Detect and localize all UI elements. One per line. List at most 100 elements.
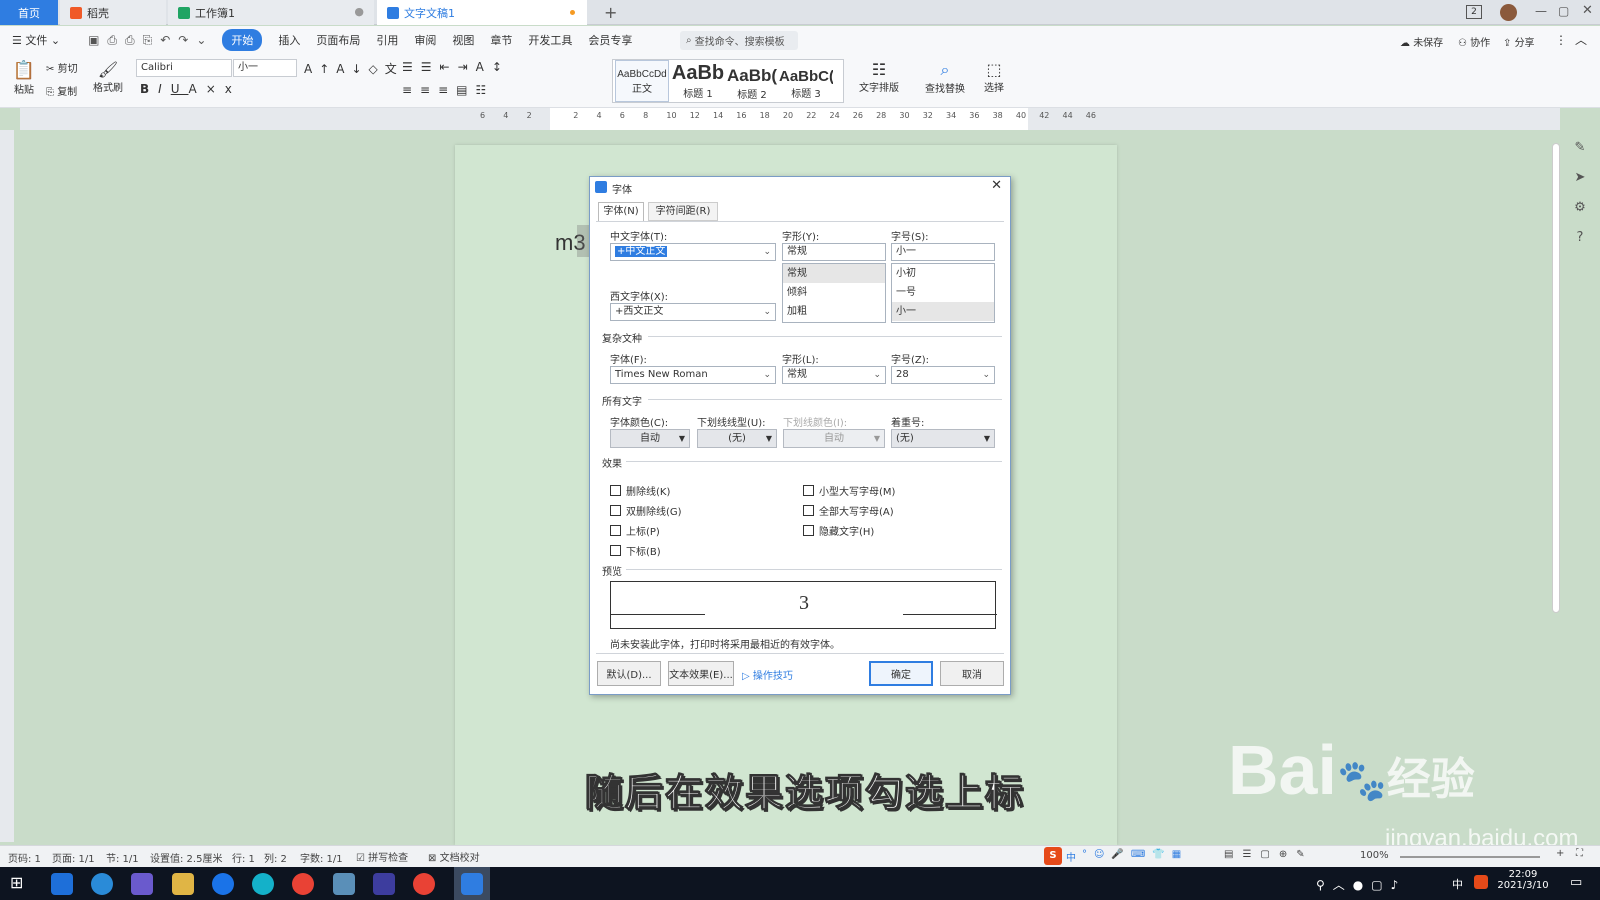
app-icon[interactable]: [131, 873, 153, 895]
menu-reference[interactable]: 引用: [376, 32, 398, 48]
collab-button[interactable]: ⚇ 协作: [1458, 34, 1490, 49]
status-section[interactable]: 节: 1/1: [106, 850, 139, 865]
size-list-item[interactable]: 小一: [892, 302, 994, 321]
tab-doc[interactable]: 文字文稿1: [377, 0, 587, 25]
menu-start[interactable]: 开始: [222, 29, 263, 51]
font-tools-icons[interactable]: A↑A↓◇文: [304, 60, 404, 77]
notification-icon[interactable]: ▭: [1570, 875, 1582, 890]
cn-font-select[interactable]: +中文正文 ⌄: [610, 243, 776, 261]
size-input[interactable]: 小一: [891, 243, 995, 261]
tray-icons[interactable]: ⚲︿●▢♪: [1316, 876, 1406, 893]
superscript-checkbox[interactable]: 上标(P): [610, 523, 660, 538]
style-list[interactable]: 常规 倾斜 加粗: [782, 263, 886, 323]
all-caps-checkbox[interactable]: 全部大写字母(A): [803, 503, 894, 518]
tab-sheet[interactable]: 工作簿1 ●: [168, 0, 374, 25]
unsaved-button[interactable]: ☁ 未保存: [1400, 34, 1443, 49]
sogou-ime-icon[interactable]: S: [1044, 847, 1062, 865]
sogou-tray-icon[interactable]: [1474, 875, 1488, 889]
default-button[interactable]: 默认(D)...: [597, 661, 661, 686]
app-icon[interactable]: [51, 873, 73, 895]
app-icon[interactable]: [212, 873, 234, 895]
subscript-checkbox[interactable]: 下标(B): [610, 543, 661, 558]
cut-button[interactable]: ✂ 剪切: [46, 60, 78, 75]
proofread-button[interactable]: ⊠ 文档校对: [428, 849, 480, 864]
style-list-item[interactable]: 加粗: [783, 302, 885, 321]
pen-icon[interactable]: ✎: [1572, 140, 1588, 156]
double-strike-checkbox[interactable]: 双删除线(G): [610, 503, 682, 518]
status-words[interactable]: 字数: 1/1: [300, 850, 343, 865]
text-effect-button[interactable]: 文本效果(E)...: [668, 661, 734, 686]
status-page[interactable]: 页码: 1: [8, 850, 41, 865]
menu-member[interactable]: 会员专享: [588, 32, 632, 48]
avatar[interactable]: [1500, 4, 1517, 21]
cancel-button[interactable]: 取消: [940, 661, 1004, 686]
settings-icon[interactable]: ⚙: [1572, 200, 1588, 216]
small-caps-checkbox[interactable]: 小型大写字母(M): [803, 483, 895, 498]
size-list[interactable]: 小初 一号 小一: [891, 263, 995, 323]
format-buttons[interactable]: BIUA×x: [140, 82, 241, 96]
complex-size-select[interactable]: 28 ⌄: [891, 366, 995, 384]
folder-icon[interactable]: [172, 873, 194, 895]
emphasis-select[interactable]: (无) ▼: [891, 429, 995, 448]
close-icon[interactable]: ✕: [1582, 3, 1593, 18]
strike-checkbox[interactable]: 删除线(K): [610, 483, 670, 498]
style-h3[interactable]: AaBbC( 标题 3: [779, 60, 833, 102]
menu-layout[interactable]: 页面布局: [316, 32, 360, 48]
menu-devtools[interactable]: 开发工具: [528, 32, 572, 48]
font-size-select[interactable]: 小一: [233, 59, 297, 77]
dialog-close-icon[interactable]: ✕: [991, 178, 1002, 193]
tab-daoke[interactable]: 稻壳: [60, 0, 166, 25]
app-icon[interactable]: [91, 873, 113, 895]
font-name-select[interactable]: Calibri: [136, 59, 232, 77]
command-search-input[interactable]: ⌕ 查找命令、搜索模板: [680, 31, 798, 50]
maximize-icon[interactable]: ▢: [1558, 4, 1569, 18]
complex-font-select[interactable]: Times New Roman ⌄: [610, 366, 776, 384]
style-normal[interactable]: AaBbCcDd 正文: [615, 60, 669, 102]
dialog-titlebar[interactable]: 字体 ✕: [590, 177, 1010, 197]
chrome-icon[interactable]: [413, 873, 435, 895]
vertical-scrollbar[interactable]: [1552, 143, 1560, 613]
size-list-item[interactable]: 一号: [892, 283, 994, 302]
vertical-ruler[interactable]: [0, 130, 14, 842]
tray-clock[interactable]: 22:09 2021/3/10: [1494, 869, 1552, 891]
tips-link[interactable]: ▷ 操作技巧: [742, 667, 793, 682]
help-icon[interactable]: ?: [1572, 230, 1588, 246]
fullscreen-icon[interactable]: ⛶: [1576, 848, 1583, 859]
status-setting[interactable]: 设置值: 2.5厘米: [150, 850, 222, 865]
style-input[interactable]: 常规: [782, 243, 886, 261]
minimize-icon[interactable]: —: [1535, 4, 1547, 18]
paragraph-icons-bottom[interactable]: ≡≡≡▤☷: [402, 83, 494, 97]
menu-review[interactable]: 审阅: [414, 32, 436, 48]
ok-button[interactable]: 确定: [869, 661, 933, 686]
menu-insert[interactable]: 插入: [278, 32, 300, 48]
paragraph-icons-top[interactable]: ☰☰⇤⇥A↕: [402, 60, 510, 74]
style-h2[interactable]: AaBb( 标题 2: [725, 60, 779, 102]
ime-toolbar-icons[interactable]: °☺🎤⌨👕▦: [1082, 849, 1188, 860]
complex-style-select[interactable]: 常规 ⌄: [782, 366, 886, 384]
horizontal-ruler[interactable]: 6 4 2 2 4 6 8 10 12 14 16 18 20 22 24 26 28 30 32 34 36 38 40 4…: [20, 108, 1560, 130]
share-button[interactable]: ⇪ 分享: [1503, 34, 1535, 49]
style-list-item[interactable]: 常规: [783, 264, 885, 283]
spell-check-button[interactable]: ☑ 拼写检查: [356, 849, 408, 864]
cursor-icon[interactable]: ➤: [1572, 170, 1588, 186]
zoom-level[interactable]: 100%: [1360, 850, 1389, 861]
select-button[interactable]: ⬚ 选择: [978, 60, 1010, 94]
menu-view[interactable]: 视图: [452, 32, 474, 48]
status-row[interactable]: 行: 1: [232, 850, 255, 865]
style-list-item[interactable]: 倾斜: [783, 283, 885, 302]
copy-button[interactable]: ⎘ 复制: [46, 83, 77, 98]
tab-close-icon[interactable]: ●: [354, 5, 364, 18]
zoom-in-icon[interactable]: +: [1556, 848, 1564, 859]
find-replace-button[interactable]: ⌕ 查找替换: [920, 60, 970, 95]
format-painter-button[interactable]: 🖌 格式刷: [92, 60, 124, 94]
more-icon[interactable]: ⋮: [1555, 33, 1567, 47]
app-icon[interactable]: [373, 873, 395, 895]
windows-start-icon[interactable]: ⊞: [10, 873, 23, 892]
menu-chapter[interactable]: 章节: [490, 32, 512, 48]
window-count-icon[interactable]: 2: [1466, 5, 1482, 19]
zoom-slider[interactable]: [1400, 856, 1540, 858]
status-pages[interactable]: 页面: 1/1: [52, 850, 95, 865]
status-col[interactable]: 列: 2: [264, 850, 287, 865]
chrome-icon[interactable]: [292, 873, 314, 895]
tab-spacing[interactable]: 字符间距(R): [648, 202, 718, 221]
